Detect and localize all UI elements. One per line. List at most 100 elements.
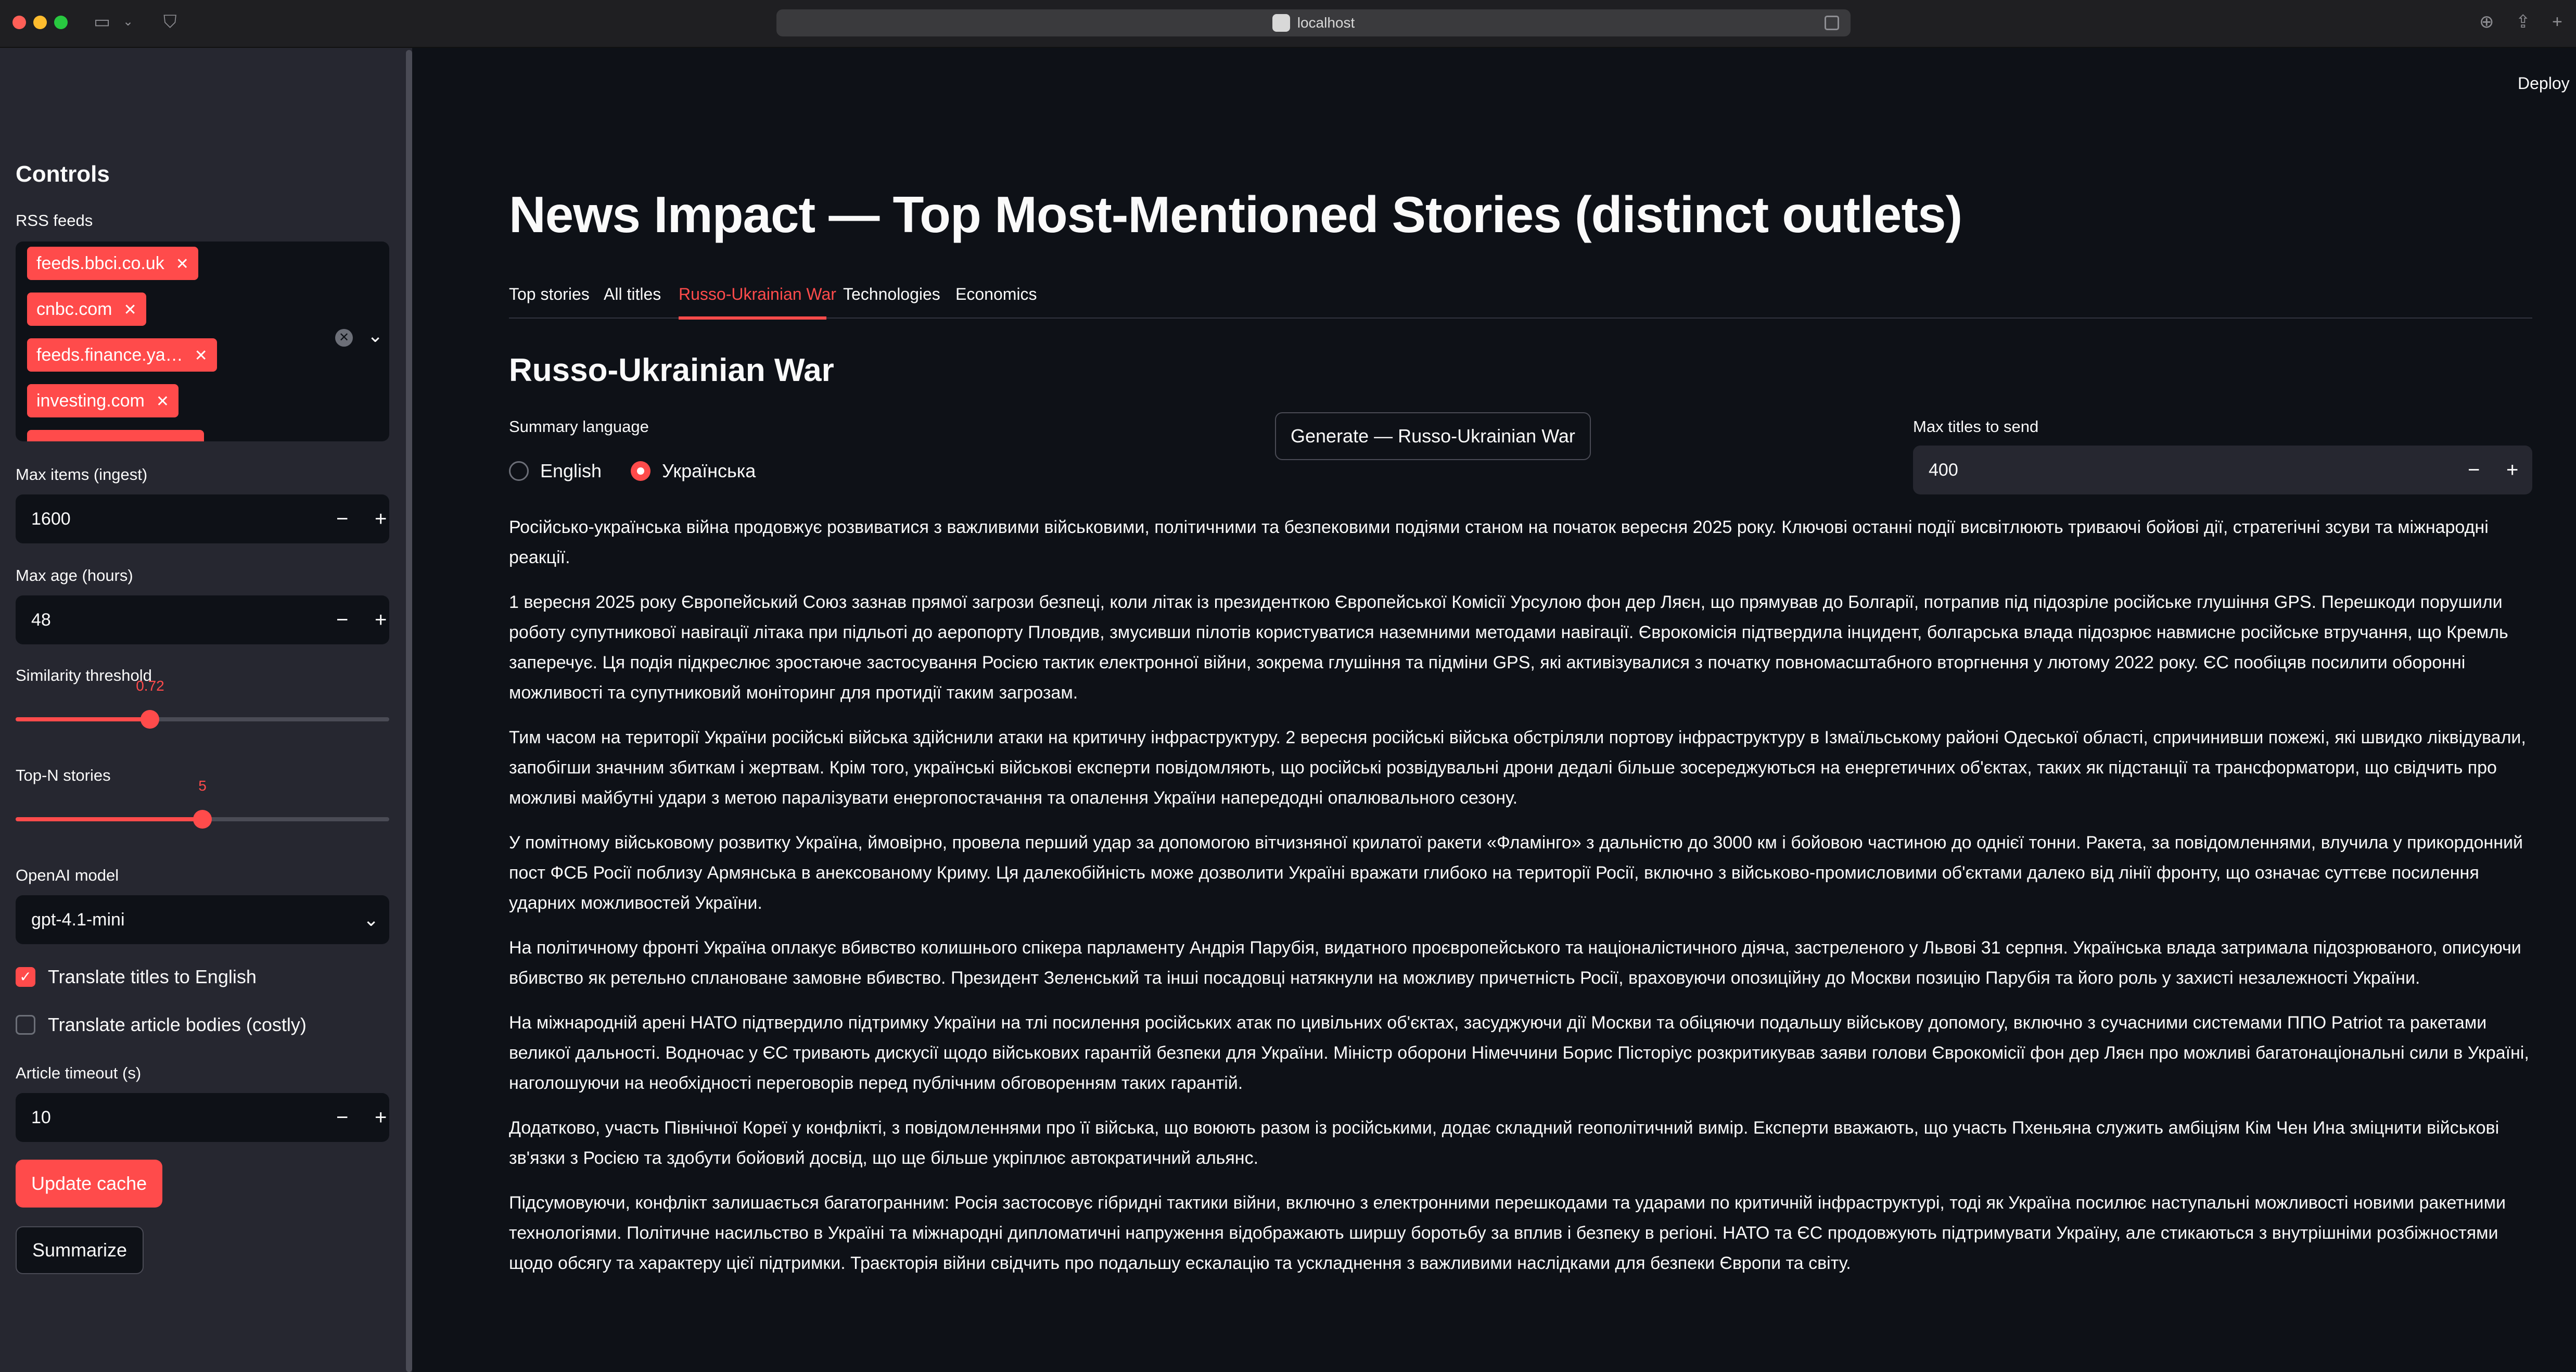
rss-feeds-multiselect[interactable]: feeds.bbci.co.uk ✕ cnbc.com ✕ feeds.financ… — [16, 242, 389, 441]
browser-toolbar: ▭ ⌄ ⛉ localhost ⊕ ⇪ + — [0, 0, 2576, 48]
maximize-window-icon[interactable] — [54, 16, 68, 29]
max-age-stepper[interactable]: 48 − + — [16, 595, 389, 644]
decrement-icon[interactable]: − — [336, 494, 348, 543]
similarity-slider[interactable]: 0.72 — [16, 678, 389, 729]
radio-english[interactable]: English — [509, 460, 602, 482]
similarity-value: 0.72 — [136, 678, 164, 694]
max-titles-value[interactable]: 400 — [1929, 446, 1958, 494]
max-items-value[interactable]: 1600 — [31, 494, 71, 543]
checkbox-checked-icon[interactable]: ✓ — [16, 967, 35, 987]
radio-selected-icon[interactable] — [631, 461, 651, 481]
increment-icon[interactable]: + — [375, 1093, 387, 1142]
max-items-stepper[interactable]: 1600 − + — [16, 494, 389, 543]
decrement-icon[interactable]: − — [2468, 446, 2480, 494]
summary-paragraph: Російсько-українська війна продовжує роз… — [509, 517, 2489, 567]
timeout-label: Article timeout (s) — [16, 1064, 142, 1082]
summary-paragraph: Тим часом на території України російські… — [509, 728, 2526, 808]
deploy-button[interactable]: Deploy — [2518, 74, 2570, 93]
address-bar[interactable]: localhost — [776, 9, 1851, 36]
increment-icon[interactable]: + — [375, 494, 387, 543]
rss-tag[interactable] — [27, 430, 204, 441]
max-titles-stepper[interactable]: 400 − + — [1913, 446, 2532, 494]
slider-thumb[interactable]: 5 — [193, 778, 212, 829]
radio-ukrainian[interactable]: Українська — [631, 460, 756, 482]
rss-tag-label: feeds.bbci.co.uk — [36, 253, 164, 273]
reader-mode-icon[interactable] — [1825, 16, 1839, 30]
active-tab-indicator — [679, 316, 826, 320]
summary-paragraph: 1 вересня 2025 року Європейський Союз за… — [509, 592, 2508, 703]
rss-tag-label: investing.com — [36, 391, 145, 411]
sidebar-toggle-icon[interactable]: ▭ — [94, 11, 110, 32]
remove-tag-icon[interactable]: ✕ — [176, 256, 189, 273]
tab-top-stories[interactable]: Top stories — [509, 281, 590, 307]
language-radio-group: English Українська — [509, 458, 785, 484]
close-window-icon[interactable] — [12, 16, 26, 29]
minimize-window-icon[interactable] — [33, 16, 47, 29]
remove-tag-icon[interactable]: ✕ — [195, 347, 208, 364]
chevron-down-icon[interactable]: ⌄ — [363, 895, 379, 944]
new-tab-icon[interactable]: + — [2552, 11, 2562, 32]
rss-tag[interactable]: feeds.finance.ya… ✕ — [27, 338, 217, 372]
rss-tag-label: cnbc.com — [36, 299, 112, 319]
translate-bodies-checkbox[interactable]: Translate article bodies (costly) — [16, 1012, 307, 1038]
translate-titles-label: Translate titles to English — [48, 966, 257, 987]
slider-fill — [16, 817, 202, 821]
summarize-button[interactable]: Summarize — [16, 1226, 144, 1274]
summary-paragraph: Додатково, участь Північної Кореї у конф… — [509, 1118, 2500, 1168]
increment-icon[interactable]: + — [2506, 446, 2518, 494]
section-title: Russo-Ukrainian War — [509, 352, 834, 388]
radio-unselected-icon[interactable] — [509, 461, 529, 481]
increment-icon[interactable]: + — [375, 595, 387, 644]
rss-tag[interactable]: cnbc.com ✕ — [27, 293, 146, 326]
share-icon[interactable]: ⇪ — [2516, 11, 2531, 32]
max-age-label: Max age (hours) — [16, 566, 133, 585]
update-cache-button[interactable]: Update cache — [16, 1160, 163, 1208]
model-select[interactable]: gpt-4.1-mini ⌄ — [16, 895, 389, 944]
translate-titles-checkbox[interactable]: ✓ Translate titles to English — [16, 964, 257, 990]
generate-button[interactable]: Generate — Russo-Ukrainian War — [1275, 412, 1591, 460]
radio-ukrainian-label: Українська — [662, 460, 756, 481]
max-age-value[interactable]: 48 — [31, 595, 51, 644]
rss-feeds-label: RSS feeds — [16, 211, 93, 230]
summary-paragraph: Підсумовуючи, конфлікт залишається багат… — [509, 1193, 2506, 1273]
chevron-down-icon[interactable]: ⌄ — [367, 325, 383, 347]
slider-thumb[interactable]: 0.72 — [136, 678, 164, 729]
max-items-label: Max items (ingest) — [16, 465, 148, 484]
site-favicon-icon — [1272, 14, 1290, 32]
model-label: OpenAI model — [16, 866, 119, 884]
topn-value: 5 — [198, 778, 207, 794]
rss-tag[interactable]: feeds.bbci.co.uk ✕ — [27, 247, 198, 280]
summary-text: Російсько-українська війна продовжує роз… — [509, 512, 2533, 1293]
sidebar-scrollbar[interactable] — [406, 50, 412, 1372]
sidebar-title: Controls — [16, 161, 110, 187]
checkbox-unchecked-icon[interactable] — [16, 1015, 35, 1035]
radio-english-label: English — [540, 460, 602, 481]
page-title: News Impact — Top Most-Mentioned Stories… — [509, 186, 1962, 243]
tab-technologies[interactable]: Technologies — [843, 281, 940, 307]
summary-paragraph: У помітному військовому розвитку Україна… — [509, 833, 2523, 913]
chevron-down-icon[interactable]: ⌄ — [123, 11, 133, 32]
timeout-value[interactable]: 10 — [31, 1093, 51, 1142]
tab-economics[interactable]: Economics — [955, 281, 1037, 307]
decrement-icon[interactable]: − — [336, 595, 348, 644]
decrement-icon[interactable]: − — [336, 1093, 348, 1142]
timeout-stepper[interactable]: 10 − + — [16, 1093, 389, 1142]
tab-all-titles[interactable]: All titles — [604, 281, 661, 307]
rss-tag[interactable]: investing.com ✕ — [27, 384, 179, 417]
download-icon[interactable]: ⊕ — [2479, 11, 2494, 32]
url-text: localhost — [1297, 15, 1355, 31]
topn-slider[interactable]: 5 — [16, 778, 389, 829]
remove-tag-icon[interactable]: ✕ — [124, 301, 137, 319]
model-value: gpt-4.1-mini — [31, 910, 125, 930]
remove-tag-icon[interactable]: ✕ — [156, 393, 169, 410]
clear-all-icon[interactable]: ✕ — [335, 329, 353, 347]
summary-paragraph: На політичному фронті Україна оплакує вб… — [509, 938, 2521, 988]
translate-bodies-label: Translate article bodies (costly) — [48, 1014, 307, 1035]
slider-fill — [16, 717, 150, 721]
similarity-label: Similarity threshold — [16, 666, 152, 684]
max-titles-label: Max titles to send — [1913, 417, 2039, 436]
rss-tag-label: feeds.finance.ya… — [36, 345, 183, 365]
sidebar: Controls RSS feeds feeds.bbci.co.uk ✕ cnb… — [0, 48, 412, 1372]
tab-russo-ukrainian-war[interactable]: Russo-Ukrainian War — [679, 281, 836, 307]
shield-icon[interactable]: ⛉ — [163, 11, 177, 32]
